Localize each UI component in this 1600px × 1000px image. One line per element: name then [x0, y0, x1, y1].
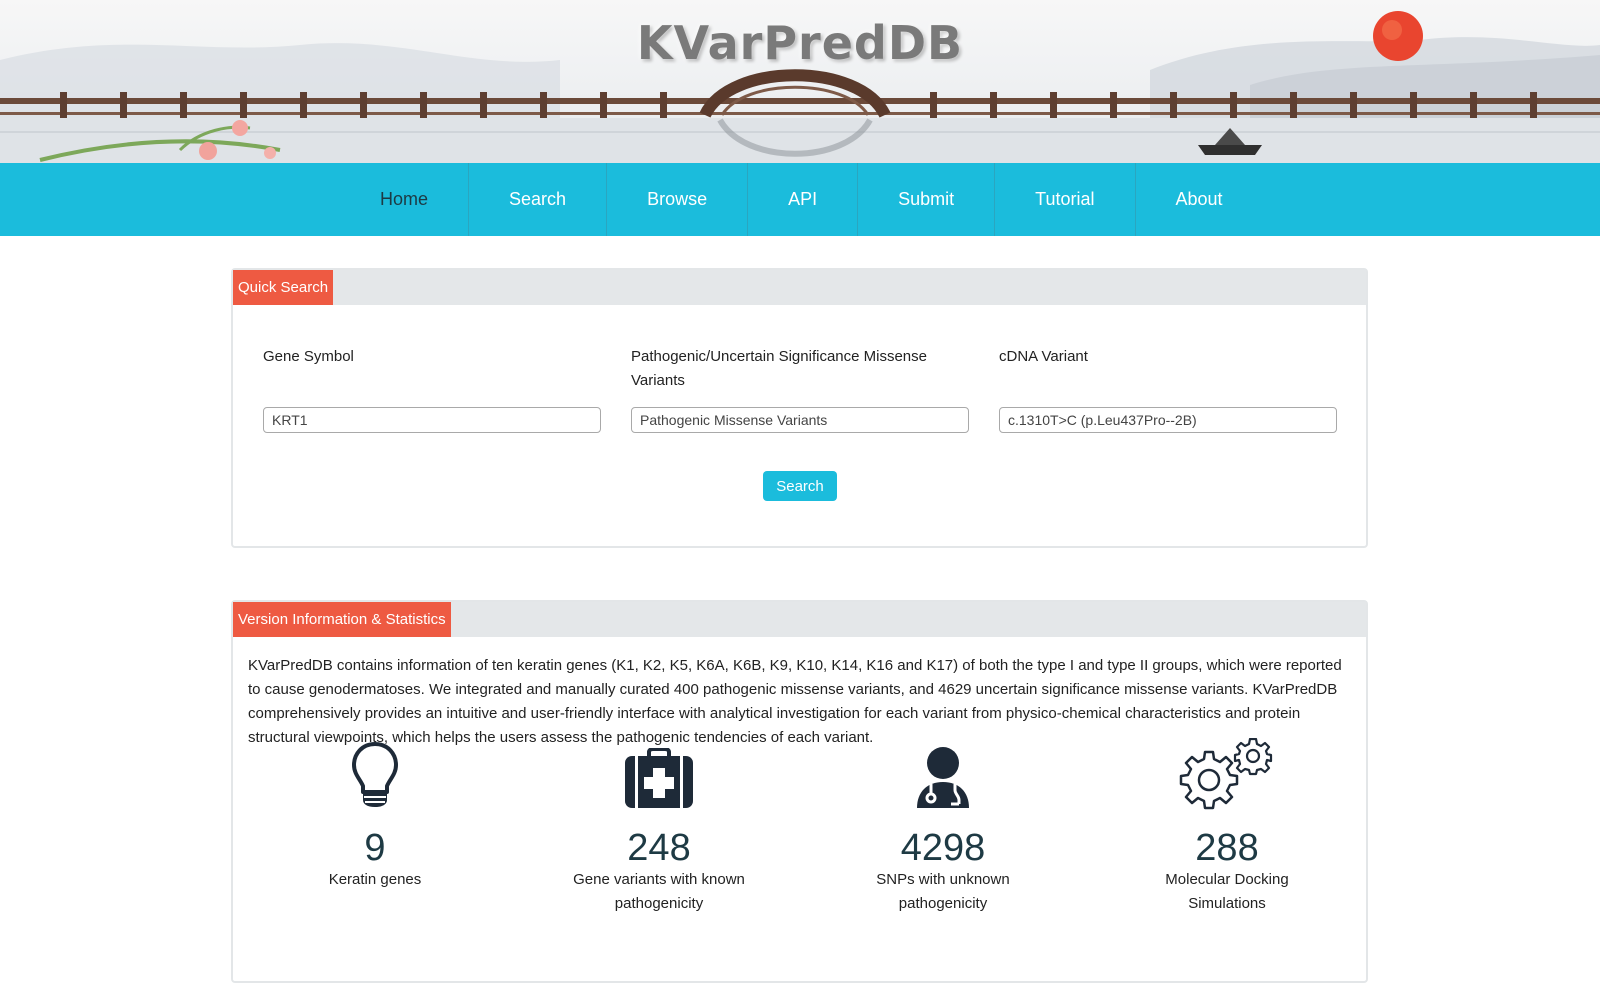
- quick-search-button[interactable]: Search: [763, 471, 837, 501]
- gears-icon: [1179, 738, 1273, 810]
- nav-tutorial[interactable]: Tutorial: [995, 163, 1136, 236]
- stat-number: 9: [364, 827, 386, 869]
- stat-unknown-snps: 4298 SNPs with unknown pathogenicity: [801, 738, 1085, 916]
- stat-label: SNPs with unknown pathogenicity: [876, 871, 1010, 912]
- variant-type-label: Pathogenic/Uncertain Significance Missen…: [631, 348, 927, 389]
- nav-search[interactable]: Search: [469, 163, 608, 236]
- lightbulb-icon: [352, 742, 398, 807]
- nav-menu: Home Search Browse API Submit Tutorial A…: [340, 163, 1263, 236]
- stat-number: 4298: [900, 827, 986, 869]
- nav-about[interactable]: About: [1136, 163, 1263, 236]
- cdna-variant-label: cDNA Variant: [999, 348, 1088, 365]
- stat-number: 248: [627, 827, 691, 869]
- stat-label: Gene variants with known pathogenicity: [573, 871, 745, 912]
- main-navbar: Home Search Browse API Submit Tutorial A…: [0, 163, 1600, 236]
- quick-search-title: Quick Search: [233, 270, 334, 305]
- stat-keratin-genes: 9 Keratin genes: [233, 738, 517, 892]
- quick-search-header: Quick Search: [233, 270, 1366, 305]
- medkit-icon: [625, 748, 693, 808]
- gene-symbol-input[interactable]: [263, 407, 601, 433]
- quick-search-panel: Quick Search Gene Symbol Pathogenic/Unce…: [231, 268, 1368, 548]
- version-info-header: Version Information & Statistics: [233, 602, 1366, 637]
- nav-browse[interactable]: Browse: [607, 163, 749, 236]
- database-description: KVarPredDB contains information of ten k…: [248, 657, 1342, 746]
- header-banner: KVarPredDB: [0, 0, 1600, 163]
- gene-symbol-label: Gene Symbol: [263, 348, 354, 365]
- doctor-icon: [917, 747, 969, 808]
- nav-home[interactable]: Home: [340, 163, 470, 236]
- stat-number: 288: [1195, 827, 1259, 869]
- stat-label: Keratin genes: [328, 871, 422, 888]
- stat-label: Molecular Docking Simulations: [1165, 871, 1289, 912]
- variant-type-select[interactable]: [631, 407, 969, 433]
- stat-known-variants: 248 Gene variants with known pathogenici…: [517, 738, 801, 916]
- stat-docking-simulations: 288 Molecular Docking Simulations: [1085, 738, 1369, 916]
- nav-submit[interactable]: Submit: [858, 163, 996, 236]
- cdna-variant-input[interactable]: [999, 407, 1337, 433]
- version-info-title: Version Information & Statistics: [233, 602, 451, 637]
- site-title: KVarPredDB: [636, 16, 964, 70]
- version-info-panel: Version Information & Statistics KVarPre…: [231, 600, 1368, 983]
- nav-api[interactable]: API: [748, 163, 859, 236]
